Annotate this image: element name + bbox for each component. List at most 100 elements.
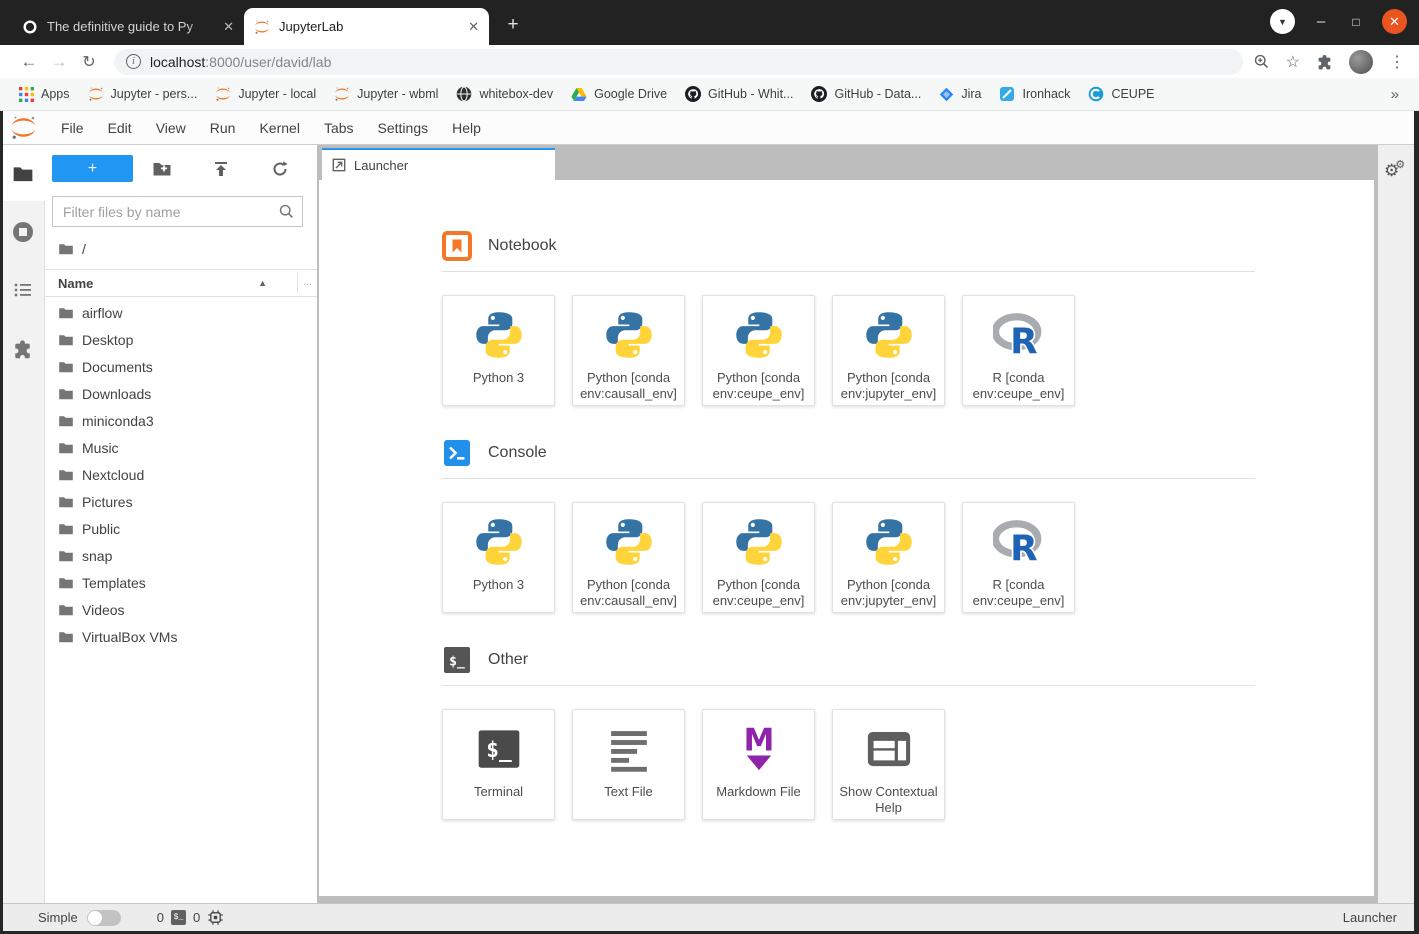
ceupe-icon — [1088, 86, 1104, 102]
profile-avatar[interactable] — [1349, 49, 1373, 74]
back-button[interactable]: ← — [14, 52, 44, 72]
running-sessions[interactable]: 0 $_ 0 — [157, 909, 224, 926]
window-menu-icon[interactable]: ▼ — [1270, 9, 1295, 34]
reload-button[interactable]: ↻ — [74, 52, 104, 72]
browser-tab-inactive[interactable]: The definitive guide to Py ✕ — [12, 8, 244, 45]
url-host: localhost — [150, 53, 206, 70]
menu-settings[interactable]: Settings — [366, 120, 441, 136]
python-icon — [473, 516, 525, 568]
file-name: Documents — [82, 358, 153, 375]
bookmark-jupyter-local[interactable]: Jupyter - local — [206, 82, 325, 106]
tab-close-icon[interactable]: ✕ — [223, 19, 234, 35]
bookmark-github-whit[interactable]: GitHub - Whit... — [676, 82, 802, 106]
launcher-card[interactable]: R R [conda env:ceupe_env] — [962, 502, 1075, 613]
file-list-item[interactable]: Videos — [45, 596, 317, 623]
new-folder-icon[interactable] — [133, 159, 192, 179]
sidebar-tab-running[interactable] — [0, 203, 45, 261]
file-list-item[interactable]: Templates — [45, 569, 317, 596]
breadcrumb-root[interactable]: / — [82, 241, 86, 257]
refresh-icon[interactable] — [250, 160, 309, 178]
simple-mode-toggle[interactable] — [86, 909, 121, 926]
globe-dark-icon — [456, 86, 472, 102]
bookmark-jupyter-pers[interactable]: Jupyter - pers... — [79, 82, 207, 106]
launcher-card[interactable]: Python [conda env:jupyter_env] — [832, 502, 945, 613]
bookmark-jira[interactable]: Jira — [930, 83, 990, 106]
file-list-item[interactable]: Nextcloud — [45, 461, 317, 488]
sort-ascending-icon[interactable]: ▲ — [258, 278, 267, 288]
file-list-item[interactable]: Documents — [45, 353, 317, 380]
new-tab-button[interactable]: + — [501, 14, 525, 36]
url-bar[interactable]: i localhost:8000/user/david/lab — [114, 48, 1243, 75]
launcher-card[interactable]: $_ Terminal — [442, 709, 555, 820]
menu-view[interactable]: View — [144, 120, 198, 136]
extensions-puzzle-icon[interactable] — [1316, 53, 1333, 70]
launcher-card[interactable]: Python 3 — [442, 295, 555, 406]
window-maximize-button[interactable]: □ — [1347, 15, 1365, 29]
file-list-item[interactable]: Music — [45, 434, 317, 461]
menu-help[interactable]: Help — [440, 120, 493, 136]
breadcrumb[interactable]: / — [45, 227, 317, 265]
bookmark-jupyter-wbml[interactable]: Jupyter - wbml — [325, 82, 447, 106]
launcher-card[interactable]: Python [conda env:ceupe_env] — [702, 502, 815, 613]
launcher-card[interactable]: Python 3 — [442, 502, 555, 613]
launcher-card[interactable]: Show Contextual Help — [832, 709, 945, 820]
file-list-item[interactable]: VirtualBox VMs — [45, 623, 317, 650]
upload-icon[interactable] — [192, 160, 251, 178]
menu-edit[interactable]: Edit — [96, 120, 144, 136]
filter-files-input[interactable] — [52, 196, 303, 227]
jupyter-logo-icon — [10, 114, 37, 141]
sidebar-tab-filebrowser[interactable] — [0, 145, 45, 203]
menu-tabs[interactable]: Tabs — [312, 120, 366, 136]
zoom-indicator-icon[interactable] — [1253, 53, 1270, 70]
property-inspector-gears-icon[interactable]: ⚙⚙ — [1384, 159, 1409, 181]
file-list-item[interactable]: miniconda3 — [45, 407, 317, 434]
modified-column-ellipsis[interactable]: ... — [297, 273, 317, 293]
file-list-item[interactable]: snap — [45, 542, 317, 569]
tab-close-icon[interactable]: ✕ — [468, 19, 479, 35]
menu-kernel[interactable]: Kernel — [247, 120, 311, 136]
jupyter-icon — [215, 86, 231, 102]
file-list-item[interactable]: airflow — [45, 299, 317, 326]
file-list-item[interactable]: Public — [45, 515, 317, 542]
launcher-card[interactable]: Python [conda env:causall_env] — [572, 502, 685, 613]
window-minimize-button[interactable]: – — [1312, 13, 1330, 30]
launcher-card[interactable]: Python [conda env:jupyter_env] — [832, 295, 945, 406]
browser-menu-icon[interactable]: ⋮ — [1389, 52, 1405, 72]
menu-run[interactable]: Run — [198, 120, 248, 136]
bookmark-ceupe[interactable]: CEUPE — [1079, 82, 1163, 106]
file-list-item[interactable]: Downloads — [45, 380, 317, 407]
file-list-item[interactable]: Desktop — [45, 326, 317, 353]
browser-tab-active[interactable]: JupyterLab ✕ — [244, 8, 489, 45]
name-column-header[interactable]: Name — [45, 276, 93, 291]
bookmark-whitebox-dev[interactable]: whitebox-dev — [447, 82, 562, 106]
bookmark-github-data[interactable]: GitHub - Data... — [802, 82, 930, 106]
bookmark-star-icon[interactable]: ☆ — [1286, 52, 1300, 72]
launcher-card[interactable]: M Markdown File — [702, 709, 815, 820]
window-close-button[interactable]: ✕ — [1382, 9, 1407, 34]
sidebar-tab-commands[interactable] — [0, 261, 45, 319]
page-info-icon[interactable]: i — [126, 54, 141, 69]
bookmark-google-drive[interactable]: Google Drive — [562, 83, 676, 106]
kernel-chip-icon — [207, 909, 224, 926]
file-list-header[interactable]: Name ▲ ... — [45, 269, 317, 297]
folder-icon — [58, 467, 74, 483]
gdrive-icon — [571, 87, 587, 102]
launcher-sections: Notebook Python 3 Python [conda env:causal… — [319, 180, 1374, 820]
menu-file[interactable]: File — [49, 120, 96, 136]
launcher-tab[interactable]: Launcher — [322, 148, 555, 180]
file-name: Downloads — [82, 385, 152, 402]
bookmarks-overflow-chevron[interactable]: » — [1391, 86, 1409, 103]
launcher-card[interactable]: R R [conda env:ceupe_env] — [962, 295, 1075, 406]
sidebar-tab-extensions[interactable] — [0, 319, 45, 377]
forward-button[interactable]: → — [44, 52, 74, 72]
launcher-card[interactable]: Text File — [572, 709, 685, 820]
jupyter-icon — [88, 86, 104, 102]
file-list-item[interactable]: Pictures — [45, 488, 317, 515]
new-launcher-button[interactable]: + — [52, 155, 133, 182]
bookmark-apps[interactable]: Apps — [10, 83, 79, 106]
bookmark-ironhack[interactable]: Ironhack — [990, 82, 1079, 106]
launcher-card-label: Python [conda env:jupyter_env] — [840, 370, 937, 401]
launcher-card[interactable]: Python [conda env:causall_env] — [572, 295, 685, 406]
launcher-card[interactable]: Python [conda env:ceupe_env] — [702, 295, 815, 406]
launcher-card-label: Python [conda env:causall_env] — [580, 370, 677, 401]
